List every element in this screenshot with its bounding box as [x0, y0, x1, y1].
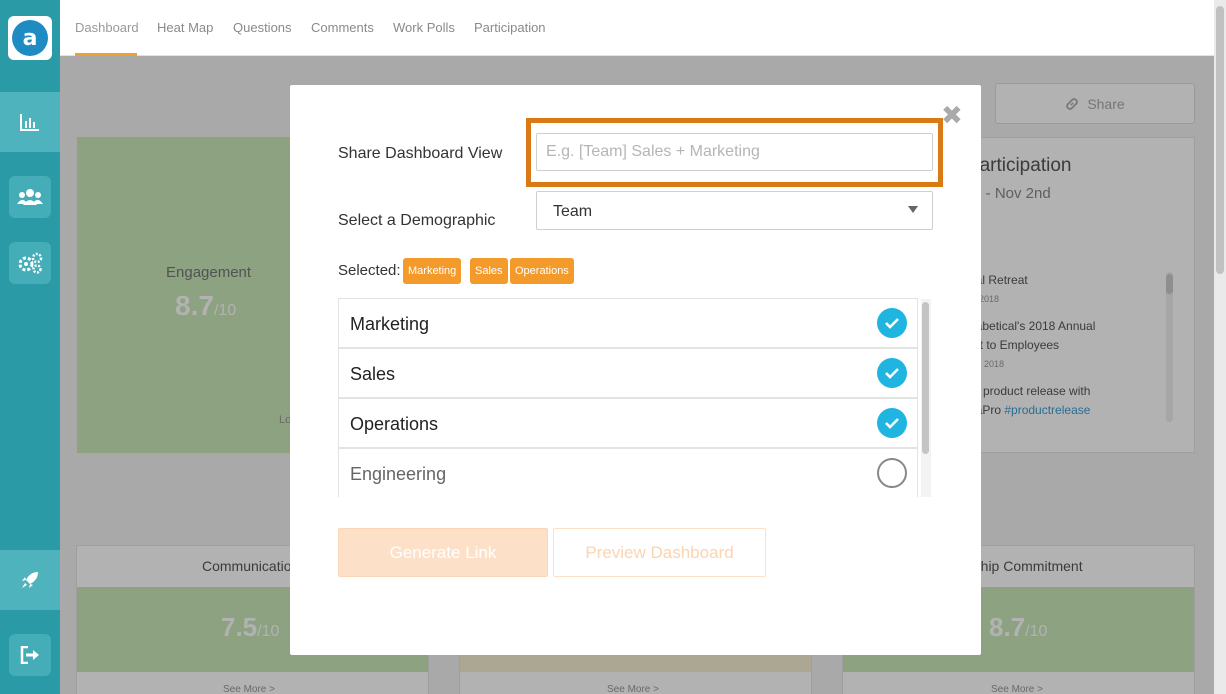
sidebar: a — [0, 0, 60, 694]
demographic-selected-value: Team — [553, 203, 593, 220]
users-icon — [17, 189, 43, 205]
option-label: Engineering — [350, 464, 447, 484]
sidebar-item-settings[interactable] — [0, 233, 60, 293]
tab-work-polls[interactable]: Work Polls — [393, 20, 455, 35]
checkmark-icon[interactable] — [877, 358, 907, 388]
close-icon[interactable]: ✖ — [941, 103, 963, 129]
bar-chart-icon — [20, 114, 39, 131]
option-row[interactable]: Engineering — [338, 448, 918, 497]
tab-dashboard[interactable]: Dashboard — [75, 20, 139, 35]
sidebar-item-users[interactable] — [0, 167, 60, 227]
top-nav: Dashboard Heat Map Questions Comments Wo… — [60, 0, 1226, 56]
selected-chip[interactable]: Marketing — [403, 258, 462, 284]
tab-heat-map[interactable]: Heat Map — [157, 20, 213, 35]
logo-a-icon: a — [12, 20, 48, 56]
option-row[interactable]: Operations — [338, 398, 918, 448]
empty-circle-icon[interactable] — [877, 458, 907, 488]
demographic-options-list: Marketing Sales Operations Engineering — [338, 298, 933, 497]
options-scroll-thumb[interactable] — [922, 302, 929, 454]
rocket-icon — [22, 572, 38, 588]
option-label: Marketing — [350, 314, 430, 334]
caret-down-icon — [908, 206, 918, 213]
option-label: Operations — [350, 414, 439, 434]
selected-label: Selected: — [338, 262, 401, 279]
checkmark-icon[interactable] — [877, 308, 907, 338]
share-dashboard-modal: ✖ Share Dashboard View Select a Demograp… — [290, 85, 981, 655]
sidebar-item-dashboard[interactable] — [0, 92, 60, 152]
option-row[interactable]: Marketing — [338, 298, 918, 348]
logout-icon — [20, 646, 39, 664]
demographic-select[interactable]: Team — [536, 191, 933, 230]
tab-questions[interactable]: Questions — [233, 20, 292, 35]
share-view-name-input[interactable] — [536, 133, 933, 171]
selected-chip[interactable]: Operations — [510, 258, 574, 284]
sidebar-item-logout[interactable] — [0, 625, 60, 685]
app-logo[interactable]: a — [8, 16, 52, 60]
sidebar-item-launch[interactable] — [0, 550, 60, 610]
tab-comments[interactable]: Comments — [311, 20, 374, 35]
page-scroll-thumb[interactable] — [1216, 6, 1224, 274]
selected-chip[interactable]: Sales — [470, 258, 508, 284]
preview-dashboard-button[interactable]: Preview Dashboard — [553, 528, 766, 577]
generate-link-button[interactable]: Generate Link — [338, 528, 548, 577]
share-view-label: Share Dashboard View — [338, 145, 503, 162]
tab-participation[interactable]: Participation — [474, 20, 546, 35]
option-row[interactable]: Sales — [338, 348, 918, 398]
demographic-label: Select a Demographic — [338, 212, 496, 229]
checkmark-icon[interactable] — [877, 408, 907, 438]
option-label: Sales — [350, 364, 396, 384]
gears-icon — [18, 252, 43, 274]
